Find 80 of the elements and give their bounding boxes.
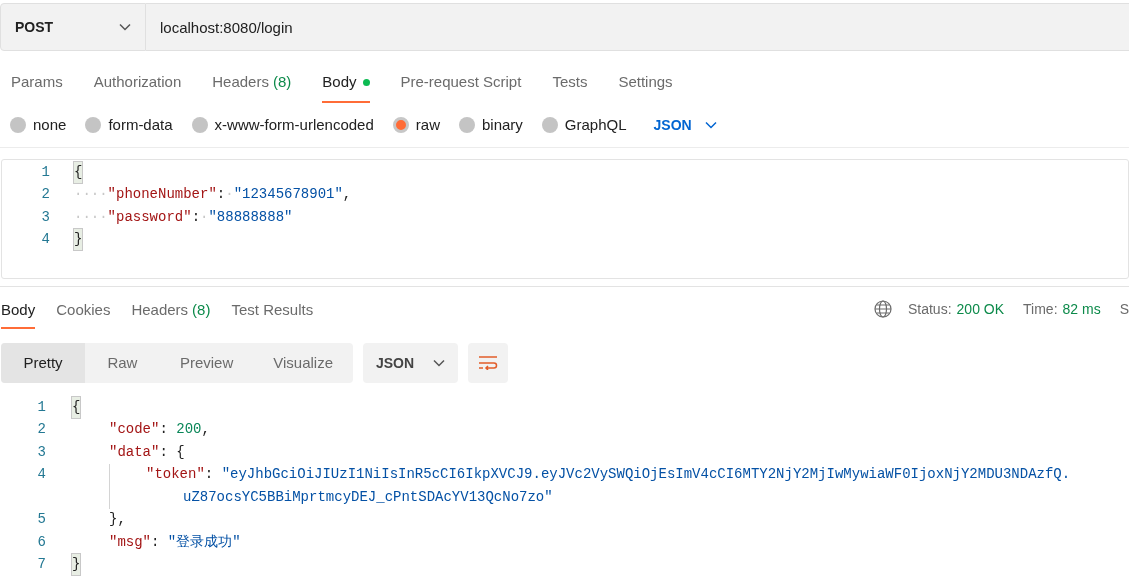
chevron-down-icon — [704, 121, 717, 129]
line-number: 4 — [36, 465, 46, 485]
chevron-down-icon — [433, 359, 445, 367]
json-punctuation: : — [204, 465, 215, 485]
tab-count: (8) — [192, 299, 211, 320]
body-type-radio[interactable]: raw — [392, 113, 440, 137]
line-number: 3 — [40, 207, 50, 227]
format-select[interactable]: JSON — [363, 343, 458, 383]
whitespace-marker: ···· — [74, 207, 108, 227]
json-brace: } — [74, 229, 83, 251]
json-brace: { — [74, 161, 83, 183]
body-type-radio[interactable]: x-www-form-urlencoded — [191, 113, 374, 137]
json-key: "msg" — [109, 531, 151, 553]
json-key: "data" — [109, 441, 160, 463]
json-punctuation: : — [151, 532, 161, 552]
body-type-radio[interactable]: form-data — [85, 113, 173, 137]
status-value: 200 OK — [956, 299, 1005, 319]
request-tab[interactable]: Authorization — [93, 61, 182, 103]
view-mode-tab[interactable]: Raw — [85, 343, 160, 383]
json-brace: { — [72, 396, 81, 418]
json-punctuation: : — [191, 207, 201, 227]
chevron-down-icon — [119, 23, 131, 31]
line-number: 2 — [40, 185, 50, 205]
line-number: 2 — [36, 420, 46, 440]
json-punctuation: : { — [159, 442, 185, 462]
whitespace-marker: · — [200, 207, 209, 227]
request-tab[interactable]: Headers (8) — [212, 61, 292, 103]
request-editor[interactable]: 1 { 2 ····"phoneNumber":·"12345678901", 3 ····"password":·"88888888" 4 } — [1, 159, 1129, 279]
json-string: "eyJhbGciOiJIUzI1NiIsInR5cCI6IkpXVCJ9.eyJVc2VySWQiOjEsImV4cCI6MTY2NjY2MjIwMywiaWF0IjoxNjY2MDU3NDAzfQ. — [221, 465, 1071, 485]
json-string: uZ87ocsYC5BBiMprtmcyDEJ_cPntSDAcYV13QcNo7zo" — [183, 487, 553, 507]
view-mode-tab[interactable]: Pretty — [1, 343, 85, 383]
json-key: "token" — [146, 464, 205, 486]
json-key: "code" — [109, 419, 160, 441]
line-number: 6 — [36, 532, 46, 552]
method-select[interactable]: POST — [0, 3, 146, 51]
format-select[interactable]: JSON — [653, 114, 717, 136]
status-label: Status: — [907, 299, 952, 319]
whitespace-marker: · — [225, 185, 234, 205]
method-label: POST — [15, 17, 54, 37]
json-key: "phoneNumber" — [107, 184, 217, 206]
request-tab[interactable]: Body — [322, 61, 370, 103]
body-type-radio[interactable]: GraphQL — [541, 113, 627, 137]
tab-count: (8) — [272, 71, 292, 92]
status-value: 82 ms — [1062, 299, 1101, 319]
line-number: 1 — [36, 397, 46, 417]
json-number: 200 — [176, 420, 202, 440]
response-tab[interactable]: Cookies — [56, 293, 111, 329]
line-number: 1 — [40, 162, 50, 182]
response-tab[interactable]: Body — [1, 293, 36, 329]
view-mode-tab[interactable]: Visualize — [253, 343, 353, 383]
json-punctuation: }, — [109, 510, 126, 530]
request-tab[interactable]: Settings — [618, 61, 673, 103]
status-label: Time: — [1023, 299, 1058, 319]
line-number: 5 — [36, 510, 46, 530]
json-string: "88888888" — [208, 207, 293, 227]
json-key: "password" — [107, 206, 192, 228]
view-mode-tab[interactable]: Preview — [159, 343, 254, 383]
body-type-radio[interactable]: binary — [458, 113, 523, 137]
json-punctuation: , — [342, 185, 352, 205]
body-type-radio[interactable]: none — [10, 113, 67, 137]
json-string: "12345678901" — [233, 185, 343, 205]
response-tab[interactable]: Headers (8) — [131, 293, 211, 329]
whitespace-marker: ···· — [74, 185, 108, 205]
response-tab[interactable]: Test Results — [231, 293, 314, 329]
wrap-lines-button[interactable] — [468, 343, 508, 383]
request-tab[interactable]: Pre-request Script — [400, 61, 522, 103]
json-punctuation: : — [216, 185, 226, 205]
json-punctuation: : — [159, 420, 169, 440]
url-field[interactable]: localhost:8080/login — [146, 3, 1129, 51]
request-tab[interactable]: Tests — [552, 61, 588, 103]
line-number: 3 — [36, 442, 46, 462]
json-punctuation: , — [201, 420, 210, 440]
line-number: 4 — [40, 230, 50, 250]
request-tab[interactable]: Params — [11, 61, 63, 103]
globe-icon — [873, 300, 892, 318]
wrap-icon — [478, 356, 498, 370]
json-brace: } — [72, 554, 81, 576]
status-label: S — [1119, 299, 1129, 319]
json-string: "登录成功" — [167, 532, 241, 552]
line-number: 7 — [36, 555, 46, 575]
